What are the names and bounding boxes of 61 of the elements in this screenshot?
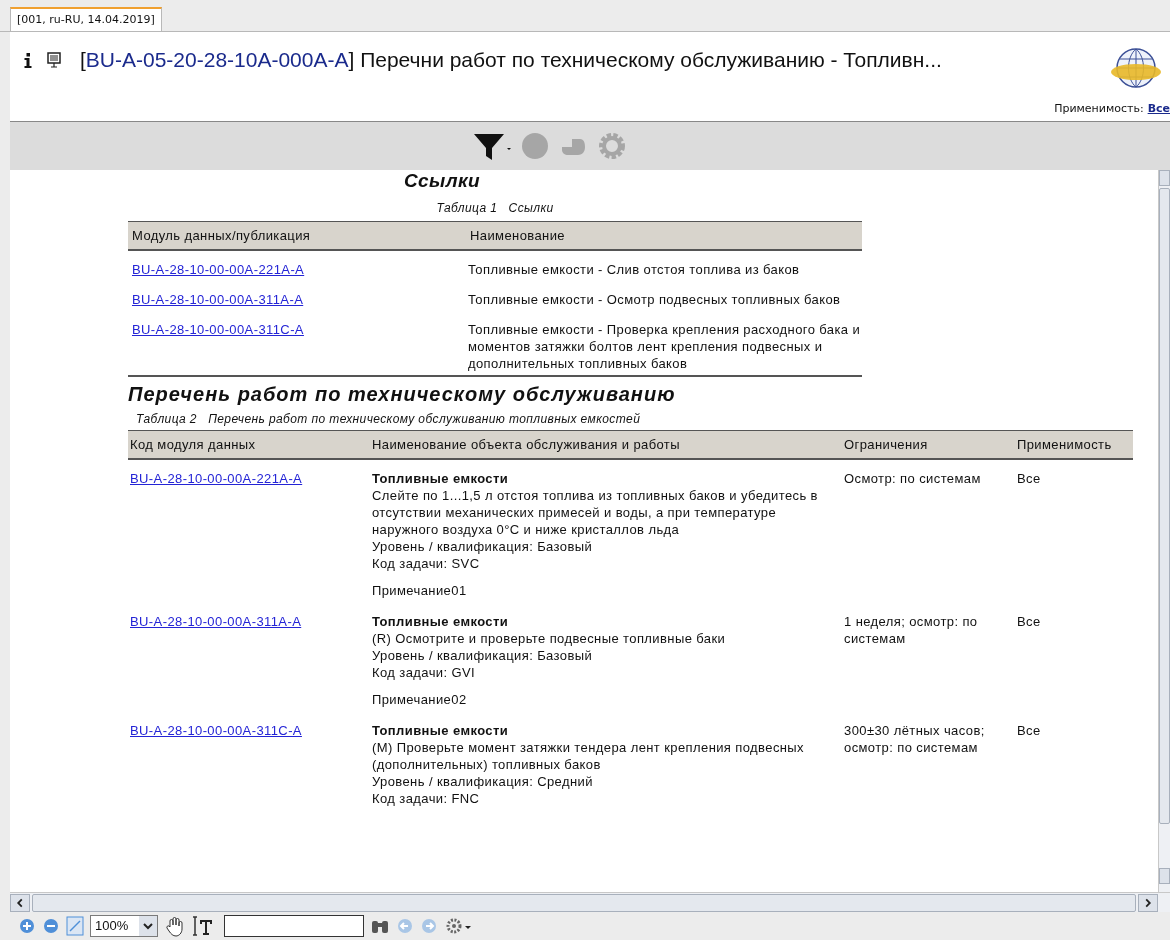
table-cell-text: Осмотр: по системам: [843, 470, 982, 488]
column-header: Применимость: [1016, 436, 1113, 453]
column-header: Наименование: [469, 227, 566, 244]
applicability-link[interactable]: Все: [1147, 100, 1170, 117]
table-cell-text: 1 неделя; осмотр: по системам: [843, 613, 979, 648]
column-header: Наименование объекта обслуживания и работы: [371, 436, 681, 453]
table-caption: Таблица 1 Ссылки: [436, 200, 554, 217]
module-link[interactable]: BU-A-28-10-00-00A-221A-A: [130, 471, 303, 486]
table-cell-text: Все: [1016, 722, 1042, 740]
module-link[interactable]: BU-A-28-10-00-00A-311C-A: [132, 322, 304, 337]
search-field[interactable]: [224, 915, 364, 937]
task-description: (R) Осмотрите и проверьте подвесные топливные баки: [372, 630, 727, 647]
fit-page-icon[interactable]: [66, 916, 84, 936]
column-header: Ограничения: [843, 436, 929, 453]
task-description: (M) Проверьте момент затяжки тендера лент крепления подвесных (дополнительных) топливных баков: [372, 739, 805, 773]
note-text: Примечание02: [372, 691, 468, 708]
task-code: Код задачи: SVC: [372, 555, 481, 572]
settings-icon[interactable]: [444, 916, 472, 936]
module-link[interactable]: BU-A-28-10-00-00A-221A-A: [132, 262, 305, 277]
bracket: [: [80, 48, 86, 72]
horizontal-scrollbar[interactable]: [10, 892, 1170, 912]
zoom-out-icon[interactable]: [42, 917, 60, 935]
bracket: ]: [348, 48, 355, 72]
zoom-select[interactable]: 100%: [90, 915, 158, 937]
table-caption: Таблица 2 Перечень работ по техническому обслуживанию топливных емкостей: [136, 411, 642, 428]
hand-tool-icon[interactable]: [164, 915, 186, 937]
table-cell-text: 300±30 лётных часов; осмотр: по системам: [843, 722, 986, 757]
scroll-left-icon[interactable]: [10, 893, 30, 912]
skill-level: Уровень / квалификация: Базовый: [372, 538, 594, 555]
document-code: BU-A-05-20-28-10A-000A-A: [85, 48, 349, 72]
text-select-icon[interactable]: [192, 915, 214, 937]
module-link[interactable]: BU-A-28-10-00-00A-311C-A: [130, 723, 302, 738]
task-description: Слейте по 1...1,5 л отстоя топлива из топливных баков и убедитесь в отсутствии механических примесей и воды, а при температуре наружного воздуха 0°C и ниже кристаллов льда: [372, 487, 819, 538]
zoom-in-icon[interactable]: [18, 917, 36, 935]
section-heading: Ссылки: [404, 170, 481, 192]
table-cell-text: Топливные емкости - Проверка крепления расходного бака и моментов затяжки болтов лент крепления подвесных и дополнительных топливных баков: [467, 321, 862, 372]
note-text: Примечание01: [372, 582, 468, 599]
section-heading: Перечень работ по техническому обслуживанию: [128, 382, 677, 407]
column-header: Модуль данных/публикация: [131, 227, 312, 244]
skill-level: Уровень / квалификация: Базовый: [372, 647, 594, 664]
vertical-scrollbar[interactable]: [1158, 170, 1170, 892]
document-tab[interactable]: [001, ru-RU, 14.04.2019]: [10, 7, 162, 31]
column-header: Код модуля данных: [129, 436, 257, 453]
table-cell-text: Топливные емкости - Слив отстоя топлива из баков: [467, 261, 801, 278]
module-link[interactable]: BU-A-28-10-00-00A-311A-A: [132, 292, 304, 307]
scroll-right-icon[interactable]: [1138, 893, 1158, 912]
applicability-label: Применимость:: [1054, 100, 1144, 117]
item-title: Топливные емкости: [372, 722, 510, 739]
item-title: Топливные емкости: [372, 613, 510, 630]
document-icon[interactable]: [46, 52, 62, 68]
table-cell-text: Все: [1016, 470, 1042, 488]
skill-level: Уровень / квалификация: Средний: [372, 773, 594, 790]
task-code: Код задачи: GVI: [372, 664, 477, 681]
task-code: Код задачи: FNC: [372, 790, 481, 807]
item-title: Топливные емкости: [372, 470, 510, 487]
info-icon[interactable]: [24, 52, 32, 68]
table-cell-text: Все: [1016, 613, 1042, 631]
module-link[interactable]: BU-A-28-10-00-00A-311A-A: [130, 614, 302, 629]
document-title: Перечни работ по техническому обслуживанию - Топливн...: [360, 48, 942, 72]
table-cell-text: Топливные емкости - Осмотр подвесных топливных баков: [467, 291, 842, 308]
dropdown-caret-icon[interactable]: [139, 916, 157, 936]
